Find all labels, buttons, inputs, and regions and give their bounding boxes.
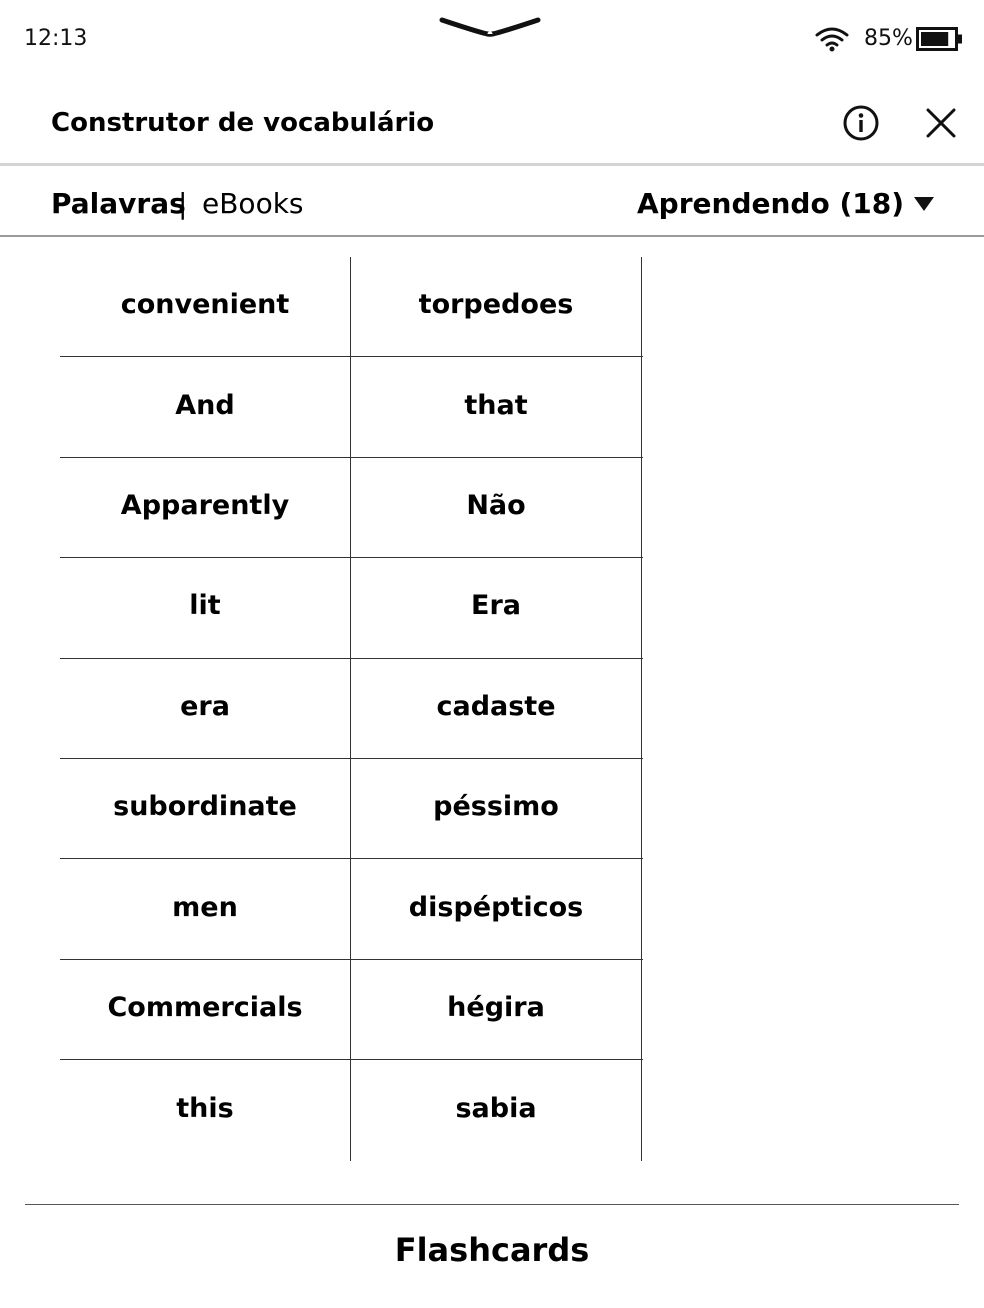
table-row: Commercials hégira [60, 959, 643, 1061]
word-cell[interactable]: And [60, 357, 351, 457]
word-cell[interactable]: sabia [351, 1060, 642, 1161]
page-title: Construtor de vocabulário [51, 108, 435, 138]
table-row: convenient torpedoes [60, 257, 643, 358]
word-cell[interactable]: Apparently [60, 457, 351, 558]
table-row: Apparently Não [60, 457, 643, 559]
word-cell[interactable]: dispépticos [351, 859, 642, 959]
word-grid: convenient torpedoes And that Apparently… [60, 257, 643, 1161]
tab-palavras[interactable]: Palavras [51, 186, 186, 222]
table-row: And that [60, 357, 643, 458]
wifi-icon [815, 27, 849, 52]
tab-ebooks[interactable]: eBooks [202, 186, 304, 222]
status-time: 12:13 [24, 26, 88, 51]
table-row: lit Era [60, 558, 643, 659]
word-cell[interactable]: that [351, 357, 642, 457]
info-icon[interactable] [840, 102, 882, 144]
table-row: men dispépticos [60, 859, 643, 960]
flashcards-button[interactable]: Flashcards [0, 1230, 984, 1270]
close-icon[interactable] [920, 102, 962, 144]
word-cell[interactable]: Não [351, 457, 642, 558]
word-cell[interactable]: subordinate [60, 758, 351, 859]
word-cell[interactable]: convenient [60, 257, 351, 357]
word-cell[interactable]: péssimo [351, 758, 642, 859]
footer-divider [25, 1204, 959, 1205]
word-cell[interactable]: this [60, 1060, 351, 1161]
filter-dropdown[interactable]: Aprendendo (18) [637, 186, 934, 222]
tab-separator: | [178, 187, 188, 220]
battery-percent: 85% [864, 26, 913, 51]
word-cell[interactable]: Commercials [60, 959, 351, 1060]
word-cell[interactable]: era [60, 658, 351, 758]
word-cell[interactable]: lit [60, 558, 351, 658]
subheader: Palavras | eBooks Aprendendo (18) [0, 166, 984, 237]
status-bar: 12:13 85% [0, 0, 984, 80]
chevron-down-icon[interactable] [438, 14, 542, 38]
caret-down-icon [914, 197, 934, 211]
header: Construtor de vocabulário [0, 80, 984, 166]
word-cell[interactable]: Era [351, 558, 642, 658]
word-cell[interactable]: torpedoes [351, 257, 642, 357]
table-row: subordinate péssimo [60, 758, 643, 860]
table-row: this sabia [60, 1060, 643, 1161]
word-cell[interactable]: men [60, 859, 351, 959]
word-cell[interactable]: cadaste [351, 658, 642, 758]
table-row: era cadaste [60, 658, 643, 759]
word-cell[interactable]: hégira [351, 959, 642, 1060]
filter-label: Aprendendo (18) [637, 187, 904, 220]
battery-icon [916, 27, 962, 51]
